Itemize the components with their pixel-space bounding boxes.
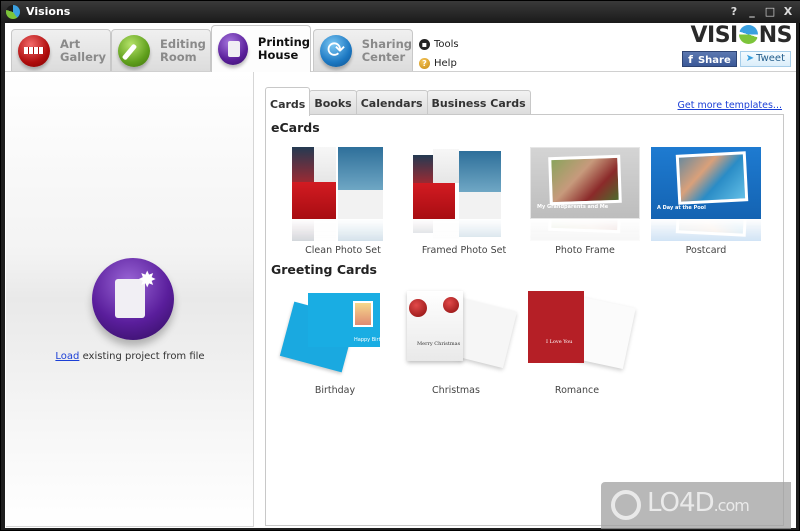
logo-o-icon [738, 25, 758, 44]
thumbnail-text: I Love You [546, 339, 573, 345]
sync-arrows-icon [320, 34, 352, 67]
new-document-icon [218, 33, 248, 65]
load-description: existing project from file [79, 351, 205, 362]
app-window: Visions ? _ □ X Art Gallery Editing Room P… [0, 0, 800, 531]
window-title: Visions [26, 5, 71, 18]
lo4d-logo-icon [611, 490, 641, 520]
template-caption: Clean Photo Set [305, 245, 381, 256]
card-photo [353, 301, 373, 327]
tools-label: Tools [434, 39, 459, 50]
help-label: Help [434, 58, 457, 69]
close-button[interactable]: X [781, 4, 795, 19]
tab-sharing-center[interactable]: SharingCenter [313, 29, 413, 71]
facebook-icon: f [688, 53, 693, 66]
facebook-share-button[interactable]: f Share [682, 51, 737, 67]
tab-calendars[interactable]: Calendars [355, 90, 428, 115]
thumbnail-text: Merry Christmas [417, 341, 461, 347]
template-caption: Christmas [432, 385, 480, 396]
logo-text-right: NS [758, 23, 793, 48]
lo4d-watermark: LO4D.com [601, 482, 791, 529]
thumbnail-reflection [651, 219, 761, 241]
thumbnail-reflection [530, 219, 640, 241]
logo-text-left: VISI [690, 23, 738, 48]
watermark-text: LO4D.com [647, 488, 750, 518]
thumbnail-text: A Day at the Pool [657, 205, 706, 211]
section-title-ecards: eCards [271, 120, 320, 135]
template-christmas[interactable]: Merry Christmas Christmas [401, 287, 518, 396]
twitter-bird-icon: ➤ [745, 53, 755, 64]
thumbnail-reflection [409, 219, 519, 241]
template-caption: Photo Frame [555, 245, 615, 256]
card-front: I Love You [528, 291, 584, 363]
visions-app-icon [6, 5, 20, 19]
thumbnail-text: My Grandparents and Me [537, 204, 609, 210]
social-buttons: f Share ➤ Tweet [682, 51, 791, 67]
template-caption: Postcard [685, 245, 727, 256]
section-title-greeting-cards: Greeting Cards [271, 262, 377, 277]
left-panel: ✸ Load existing project from file [6, 72, 254, 527]
template-caption: Romance [554, 385, 600, 396]
tab-label: Printing House [257, 35, 310, 62]
tweet-label: Tweet [756, 53, 785, 64]
tab-label: Art Gallery [60, 36, 107, 64]
client-area: ArtGallery EditingRoom PrintingHouse Sha… [5, 23, 796, 528]
template-thumbnail [288, 147, 398, 219]
tab-printing-house[interactable]: Printing House [211, 25, 311, 72]
tab-cards[interactable]: Cards [265, 87, 311, 116]
template-caption: Framed Photo Set [421, 245, 507, 256]
cards-tab-panel: eCards Clean Photo Set Framed Photo Set … [265, 114, 784, 526]
template-birthday[interactable]: Happy Birthday! Birthday [279, 287, 395, 396]
help-icon: ? [419, 58, 430, 69]
maximize-button[interactable]: □ [763, 4, 777, 19]
tools-help-links: ▪ Tools ? Help [419, 35, 459, 73]
share-label: Share [697, 55, 731, 66]
starburst-icon: ✸ [138, 268, 157, 293]
paintbrush-icon [118, 34, 150, 67]
thumbnail-reflection [288, 219, 398, 241]
window-controls: ? _ □ X [727, 4, 795, 19]
tab-books[interactable]: Books [309, 90, 357, 115]
tab-label: Editing Room [160, 36, 206, 64]
load-project-line: Load existing project from file [6, 351, 254, 362]
art-gallery-icon [18, 34, 50, 67]
template-romance[interactable]: I Love You Romance [522, 287, 636, 396]
tab-art-gallery[interactable]: Art Gallery [11, 29, 111, 71]
template-thumbnail [409, 147, 519, 219]
template-tabs: Cards Books Calendars Business Cards [265, 86, 531, 116]
get-more-templates-link[interactable]: Get more templates... [678, 100, 782, 111]
visions-logo: VISI NS [690, 23, 792, 48]
title-bar[interactable]: Visions ? _ □ X [1, 1, 800, 23]
tools-link[interactable]: ▪ Tools [419, 35, 459, 54]
help-window-button[interactable]: ? [727, 4, 741, 19]
new-project-button[interactable]: ✸ [92, 258, 174, 340]
tools-icon: ▪ [419, 39, 430, 50]
main-navigation: ArtGallery EditingRoom PrintingHouse Sha… [5, 23, 796, 73]
minimize-button[interactable]: _ [745, 4, 759, 19]
tab-business-cards[interactable]: Business Cards [426, 90, 531, 115]
content-area: ✸ Load existing project from file Cards … [5, 71, 796, 528]
card-front: Merry Christmas [407, 291, 463, 361]
tweet-button[interactable]: ➤ Tweet [739, 51, 791, 67]
tab-label: Sharing Center [361, 36, 412, 64]
template-thumbnail: A Day at the Pool [651, 147, 761, 219]
load-link[interactable]: Load [55, 351, 79, 362]
right-panel: Cards Books Calendars Business Cards Get… [255, 72, 796, 527]
thumbnail-text: Happy Birthday! [354, 337, 395, 343]
tab-editing-room[interactable]: Editing Room [111, 29, 211, 71]
template-thumbnail: My Grandparents and Me [530, 147, 640, 219]
template-caption: Birthday [314, 385, 356, 396]
